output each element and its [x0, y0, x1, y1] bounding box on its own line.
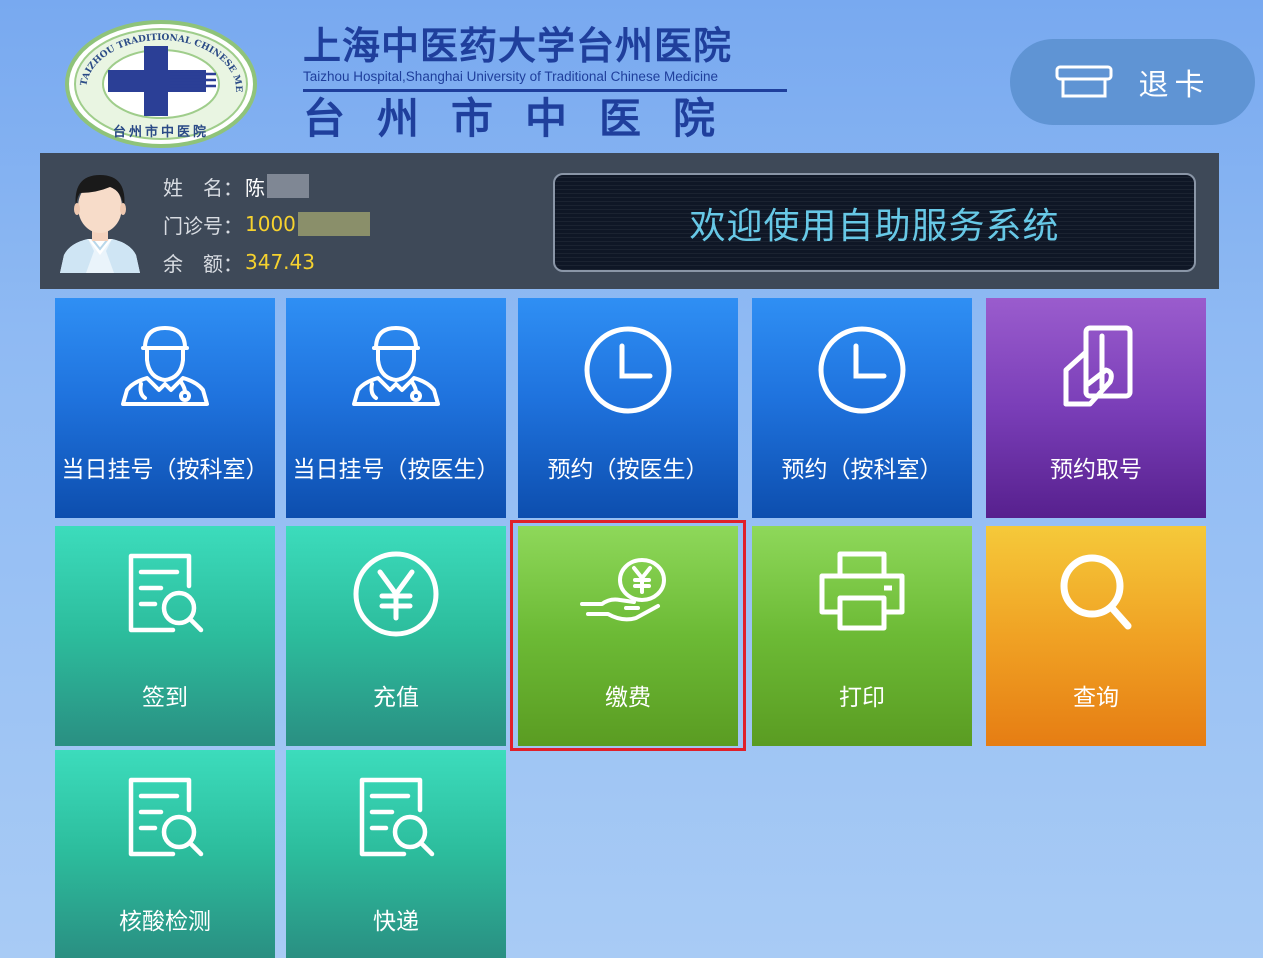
redaction-mask: [297, 212, 370, 236]
tile-payment[interactable]: 缴费: [518, 526, 738, 746]
tile-query[interactable]: 查询: [986, 526, 1206, 746]
tile-label: 充值: [373, 685, 419, 711]
tile-recharge[interactable]: 充值: [286, 526, 506, 746]
tile-check-in[interactable]: 签到: [55, 526, 275, 746]
tile-label: 快递: [373, 909, 419, 935]
tile-nucleic-acid-test[interactable]: 核酸检测: [55, 750, 275, 958]
document-search-icon: [286, 774, 506, 874]
balance-row: 余 额： 347.43: [163, 243, 370, 281]
tile-label: 查询: [1073, 685, 1119, 711]
tile-label: 当日挂号（按科室）: [61, 457, 269, 483]
document-search-icon: [55, 550, 275, 650]
hospital-name-local: 台州市中医院: [303, 94, 748, 143]
tile-appointment-by-doctor[interactable]: 预约（按医生）: [518, 298, 738, 518]
clock-icon: [518, 322, 738, 422]
clock-icon: [752, 322, 972, 422]
tile-label: 缴费: [605, 685, 651, 711]
tile-register-by-doctor[interactable]: 当日挂号（按医生）: [286, 298, 506, 518]
tile-express-delivery[interactable]: 快递: [286, 750, 506, 958]
tile-label: 预约（按医生）: [547, 457, 709, 483]
tile-appointment-pickup[interactable]: 预约取号: [986, 298, 1206, 518]
hospital-name-cn: 上海中医药大学台州医院: [303, 23, 733, 68]
tile-label: 核酸检测: [119, 909, 211, 935]
doctor-icon: [286, 322, 506, 422]
header-divider: [303, 89, 787, 92]
avatar: [56, 169, 144, 273]
doctor-icon: [55, 322, 275, 422]
patient-info-bar: 姓 名： 陈 门诊号： 1000 余 额： 347.43 欢迎使用自助服务系统: [40, 153, 1219, 289]
exit-card-label: 退卡: [1138, 68, 1211, 103]
logo-bottom-text: 台州市中医院: [113, 124, 209, 140]
hospital-names: 上海中医药大学台州医院 Taizhou Hospital,Shanghai Un…: [303, 24, 795, 144]
yen-circle-icon: [286, 550, 506, 650]
yen-hand-icon: [518, 550, 738, 650]
balance-value: 347.43: [245, 250, 315, 274]
tile-label: 打印: [839, 685, 885, 711]
balance-label: 余 额：: [163, 251, 243, 276]
card-hand-icon: [986, 322, 1206, 422]
hospital-name-en: Taizhou Hospital,Shanghai University of …: [303, 69, 718, 84]
tile-label: 当日挂号（按医生）: [292, 457, 500, 483]
document-search-icon: [55, 774, 275, 874]
patient-name-value: 陈: [245, 175, 265, 200]
hospital-logo: TAIZHOU TRADITIONAL CHINESE MEDICINE HOS…: [64, 20, 258, 148]
card-slot-icon: [1055, 65, 1113, 99]
printer-icon: [752, 550, 972, 650]
tile-label: 预约（按科室）: [781, 457, 943, 483]
tile-label: 签到: [142, 685, 188, 711]
tile-label: 预约取号: [1050, 457, 1142, 483]
patient-info: 姓 名： 陈 门诊号： 1000 余 额： 347.43: [163, 167, 370, 281]
tile-appointment-by-department[interactable]: 预约（按科室）: [752, 298, 972, 518]
patient-name-row: 姓 名： 陈: [163, 167, 370, 205]
tile-print[interactable]: 打印: [752, 526, 972, 746]
welcome-banner: 欢迎使用自助服务系统: [553, 173, 1196, 272]
exit-card-button[interactable]: 退卡: [1010, 39, 1255, 125]
patient-name-label: 姓 名：: [163, 175, 243, 200]
clinic-number-row: 门诊号： 1000: [163, 205, 370, 243]
search-icon: [986, 550, 1206, 650]
redaction-mask: [267, 174, 309, 198]
tile-register-by-department[interactable]: 当日挂号（按科室）: [55, 298, 275, 518]
welcome-text: 欢迎使用自助服务系统: [689, 205, 1060, 247]
clinic-number-label: 门诊号：: [163, 213, 243, 238]
clinic-number-value: 1000: [245, 212, 296, 236]
